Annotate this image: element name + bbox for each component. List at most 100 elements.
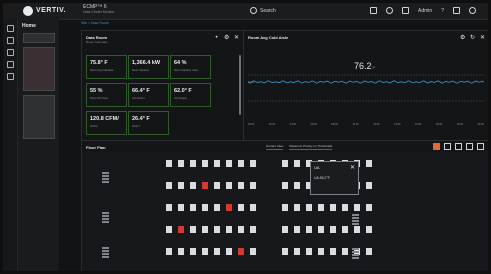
- rack-unit[interactable]: [366, 248, 372, 255]
- rack-unit[interactable]: [282, 248, 288, 255]
- rack-unit[interactable]: [202, 226, 208, 233]
- alarms-icon[interactable]: [402, 7, 410, 14]
- app-grid-icon[interactable]: [453, 7, 460, 14]
- close-icon[interactable]: ✕: [480, 35, 485, 41]
- metric-tile[interactable]: 62.0° F Unit Supply: [170, 83, 211, 107]
- rack-unit[interactable]: [226, 226, 232, 233]
- rack-unit[interactable]: [354, 204, 360, 211]
- cooling-unit[interactable]: [102, 181, 109, 183]
- nav-home-title[interactable]: Home: [22, 23, 36, 29]
- metric-tile[interactable]: 64 % Room Capacity Used: [170, 55, 211, 79]
- rack-unit[interactable]: [166, 204, 172, 211]
- rack-unit[interactable]: [318, 226, 324, 233]
- cooling-unit[interactable]: [352, 251, 359, 253]
- metric-tile[interactable]: 26.4° F Delta T: [128, 111, 169, 135]
- rack-unit[interactable]: [306, 248, 312, 255]
- rack-unit[interactable]: [294, 204, 300, 211]
- rack-unit[interactable]: [250, 160, 256, 167]
- help-button[interactable]: ?: [441, 8, 444, 14]
- cooling-unit[interactable]: [102, 253, 109, 255]
- rack-unit[interactable]: [330, 226, 336, 233]
- rack-unit[interactable]: [214, 248, 220, 255]
- tools-icon[interactable]: [7, 73, 14, 80]
- rack-unit[interactable]: [226, 204, 232, 211]
- close-icon[interactable]: [477, 143, 484, 150]
- settings-icon[interactable]: [466, 143, 473, 150]
- rack-unit[interactable]: [178, 182, 184, 189]
- rack-unit[interactable]: [282, 160, 288, 167]
- search-input[interactable]: Search: [250, 7, 276, 14]
- rack-unit[interactable]: [166, 226, 172, 233]
- menu-icon[interactable]: [9, 7, 16, 14]
- rack-unit[interactable]: [238, 204, 244, 211]
- pin-icon[interactable]: •: [214, 35, 219, 41]
- metric-tile[interactable]: 120.8 CFM/Airflow: [86, 111, 127, 135]
- rack-unit[interactable]: [226, 160, 232, 167]
- rack-unit[interactable]: [178, 160, 184, 167]
- rack-unit[interactable]: [178, 226, 184, 233]
- layers-icon[interactable]: [455, 143, 462, 150]
- cooling-unit[interactable]: [352, 223, 359, 225]
- rack-unit[interactable]: [166, 160, 172, 167]
- rack-unit[interactable]: [294, 182, 300, 189]
- view-mode-select[interactable]: Current View: [266, 144, 284, 150]
- rack-unit[interactable]: [306, 226, 312, 233]
- rack-unit[interactable]: [214, 182, 220, 189]
- rack-unit[interactable]: [366, 226, 372, 233]
- rack-unit[interactable]: [354, 226, 360, 233]
- cooling-unit[interactable]: [352, 254, 359, 256]
- site-thumbnail[interactable]: [23, 33, 55, 43]
- settings-icon[interactable]: ⚙: [460, 35, 465, 41]
- rack-unit[interactable]: [238, 248, 244, 255]
- cooling-unit[interactable]: [102, 250, 109, 252]
- settings-icon[interactable]: ⚙: [224, 35, 229, 41]
- rack-unit[interactable]: [190, 226, 196, 233]
- cooling-unit[interactable]: [102, 175, 109, 177]
- rack-unit[interactable]: [190, 248, 196, 255]
- devices-icon[interactable]: [7, 49, 14, 56]
- threshold-filter-select[interactable]: Maximum Priority on Thresholds: [289, 144, 333, 150]
- rack-unit[interactable]: [190, 182, 196, 189]
- close-icon[interactable]: ✕: [350, 164, 355, 171]
- rack-unit[interactable]: [250, 182, 256, 189]
- rack-unit[interactable]: [366, 204, 372, 211]
- rack-unit[interactable]: [202, 204, 208, 211]
- settings-icon[interactable]: [370, 7, 378, 14]
- alarms-rail-icon[interactable]: [7, 61, 14, 68]
- room-thumbnail[interactable]: [23, 95, 55, 139]
- highlight-icon[interactable]: [433, 143, 440, 150]
- metric-tile[interactable]: 75.8° F Room Avg Cold Aisle: [86, 55, 127, 79]
- rack-unit[interactable]: [202, 160, 208, 167]
- cooling-unit[interactable]: [102, 221, 109, 223]
- refresh-icon[interactable]: ↻: [470, 35, 475, 41]
- rack-unit[interactable]: [282, 226, 288, 233]
- rack-unit[interactable]: [202, 182, 208, 189]
- breadcrumb[interactable]: Site > Data Room: [81, 21, 109, 25]
- rack-unit[interactable]: [366, 182, 372, 189]
- close-icon[interactable]: ✕: [234, 35, 239, 41]
- rack-unit[interactable]: [294, 248, 300, 255]
- cooling-unit[interactable]: [352, 248, 359, 250]
- rack-unit[interactable]: [178, 204, 184, 211]
- rack-unit[interactable]: [366, 160, 372, 167]
- rack-unit[interactable]: [238, 226, 244, 233]
- cooling-unit[interactable]: [352, 220, 359, 222]
- dashboard-icon[interactable]: [7, 37, 14, 44]
- cooling-unit[interactable]: [102, 212, 109, 214]
- home-icon[interactable]: [7, 25, 14, 32]
- cloud-icon[interactable]: [469, 7, 476, 14]
- rack-unit[interactable]: [238, 182, 244, 189]
- rack-unit[interactable]: [178, 248, 184, 255]
- rack-unit[interactable]: [226, 248, 232, 255]
- rack-unit[interactable]: [318, 204, 324, 211]
- floor-grid[interactable]: [82, 152, 488, 271]
- rack-unit[interactable]: [214, 226, 220, 233]
- rack-unit[interactable]: [166, 248, 172, 255]
- rack-unit[interactable]: [166, 182, 172, 189]
- rack-unit[interactable]: [342, 204, 348, 211]
- scrollbar[interactable]: [239, 55, 241, 115]
- cooling-unit[interactable]: [102, 218, 109, 220]
- metric-tile[interactable]: 66.4° F Unit Return: [128, 83, 169, 107]
- user-menu[interactable]: Admin: [418, 8, 432, 14]
- list-icon[interactable]: [444, 143, 451, 150]
